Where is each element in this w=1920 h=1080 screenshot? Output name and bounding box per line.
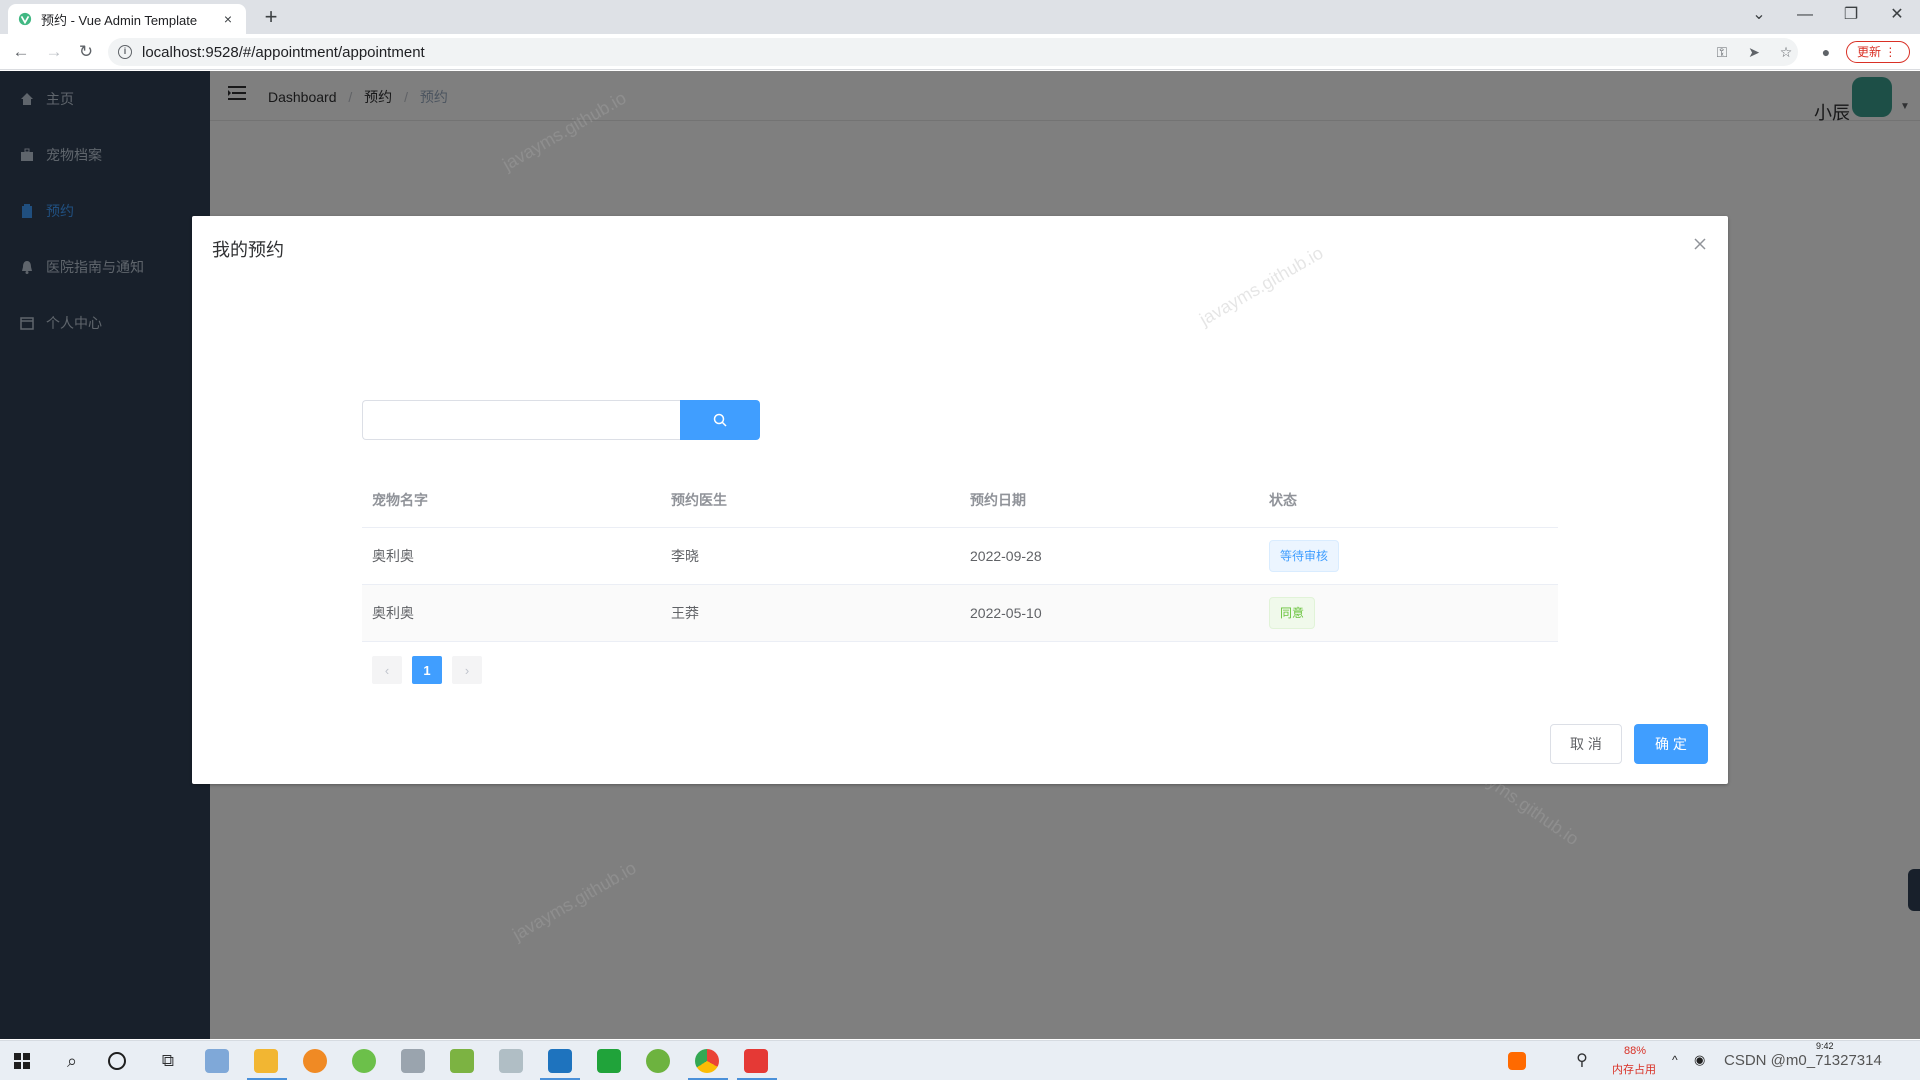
status-cell: 同意 [1259, 597, 1558, 629]
tray-overlay-text: CSDN @m0_71327314 [1724, 1052, 1882, 1069]
search-icon [713, 413, 727, 427]
memory-percent: 88% [1624, 1045, 1647, 1057]
column-header-status: 状态 [1269, 492, 1297, 508]
file-explorer-icon[interactable] [254, 1049, 278, 1073]
doctor-cell: 王莽 [671, 605, 699, 621]
wps-icon[interactable] [744, 1049, 768, 1073]
pagination: ‹ 1 › [372, 656, 482, 684]
doctor-cell: 李晓 [671, 548, 699, 564]
windows-taskbar: ⌕ ⧉ ⚲ 88% 内存占用 ^ ◉ CSDN @m0_71327314 9:4… [0, 1040, 1920, 1080]
cancel-button[interactable]: 取 消 [1550, 724, 1622, 764]
my-appointment-dialog: javayms.github.io 我的预约 宠物名字 预约医生 预约日期 状态… [192, 216, 1728, 784]
appointment-table: 宠物名字 预约医生 预约日期 状态 奥利奥 李晓 2022-09-28 等待审核… [362, 488, 1558, 642]
people-icon[interactable]: ⚲ [1570, 1049, 1594, 1073]
send-icon[interactable]: ➤ [1744, 42, 1764, 62]
pet-name-cell: 奥利奥 [372, 605, 414, 621]
url-text: localhost:9528/#/appointment/appointment [142, 43, 425, 61]
bookmark-star-icon[interactable]: ☆ [1776, 42, 1796, 62]
key-icon[interactable]: ⚿ [1712, 42, 1732, 62]
update-button[interactable]: 更新 ⋮ [1846, 41, 1910, 63]
tray-chevron-icon[interactable]: ^ [1672, 1053, 1678, 1067]
search-tool-icon[interactable] [303, 1049, 327, 1073]
search-button[interactable] [680, 400, 760, 440]
memory-label: 内存占用 [1612, 1064, 1656, 1076]
task-view-icon[interactable]: ⧉ [156, 1049, 180, 1073]
new-tab-button[interactable]: + [258, 5, 284, 31]
tab-close-icon[interactable]: × [220, 11, 236, 27]
date-cell: 2022-05-10 [970, 605, 1042, 621]
page-number-button[interactable]: 1 [412, 656, 442, 684]
clock[interactable]: 9:42 [1816, 1041, 1834, 1051]
app-icon[interactable] [548, 1049, 572, 1073]
site-info-icon[interactable]: i [118, 45, 132, 59]
notepad-icon[interactable] [450, 1049, 474, 1073]
browser-tab-bar: 预约 - Vue Admin Template × + ⌄ — ❐ ✕ [0, 0, 1920, 34]
search-input[interactable] [362, 400, 680, 440]
chrome-icon[interactable] [695, 1049, 719, 1073]
ime-icon[interactable] [1508, 1052, 1526, 1070]
dialog-title: 我的预约 [212, 240, 284, 260]
status-badge: 等待审核 [1269, 540, 1340, 572]
search-icon[interactable]: ⌕ [60, 1049, 84, 1073]
browser-tab[interactable]: 预约 - Vue Admin Template × [8, 4, 246, 34]
windows-start-icon[interactable] [14, 1053, 30, 1069]
close-window-button[interactable]: ✕ [1874, 0, 1920, 34]
settings-icon[interactable] [499, 1049, 523, 1073]
column-header-pet-name: 宠物名字 [372, 492, 428, 508]
next-page-button[interactable]: › [452, 656, 482, 684]
forward-icon[interactable]: → [42, 40, 66, 64]
back-icon[interactable]: ← [9, 40, 33, 64]
tab-title: 预约 - Vue Admin Template [41, 12, 198, 28]
table-header-row: 宠物名字 预约医生 预约日期 状态 [362, 488, 1558, 528]
spring-icon[interactable] [646, 1049, 670, 1073]
restore-button[interactable]: ❐ [1828, 0, 1874, 34]
reload-icon[interactable]: ↻ [74, 40, 98, 64]
hbuilder-icon[interactable] [597, 1049, 621, 1073]
vue-logo-icon [18, 12, 32, 26]
profile-icon[interactable]: ● [1816, 42, 1836, 62]
url-field[interactable]: i localhost:9528/#/appointment/appointme… [108, 38, 1798, 66]
column-header-doctor: 预约医生 [671, 492, 727, 508]
column-header-date: 预约日期 [970, 492, 1026, 508]
watermark: javayms.github.io [509, 857, 640, 945]
close-icon[interactable] [1692, 236, 1708, 252]
status-cell: 等待审核 [1259, 540, 1558, 572]
prev-page-button[interactable]: ‹ [372, 656, 402, 684]
app-icon[interactable] [401, 1049, 425, 1073]
date-cell: 2022-09-28 [970, 548, 1042, 564]
pet-name-cell: 奥利奥 [372, 548, 414, 564]
table-row[interactable]: 奥利奥 李晓 2022-09-28 等待审核 [362, 528, 1558, 585]
app-icon[interactable] [352, 1049, 376, 1073]
minimize-button[interactable]: — [1782, 0, 1828, 34]
tab-search-icon[interactable]: ⌄ [1736, 0, 1782, 34]
table-row[interactable]: 奥利奥 王莽 2022-05-10 同意 [362, 585, 1558, 642]
watermark: javayms.github.io [499, 87, 630, 175]
qq-icon[interactable]: ◉ [1694, 1052, 1705, 1068]
app-icon[interactable] [205, 1049, 229, 1073]
watermark: javayms.github.io [1196, 242, 1327, 330]
address-bar-row: ← → ↻ i localhost:9528/#/appointment/app… [0, 34, 1920, 70]
cortana-icon[interactable] [108, 1052, 126, 1070]
status-badge: 同意 [1269, 597, 1316, 629]
confirm-button[interactable]: 确 定 [1634, 724, 1708, 764]
